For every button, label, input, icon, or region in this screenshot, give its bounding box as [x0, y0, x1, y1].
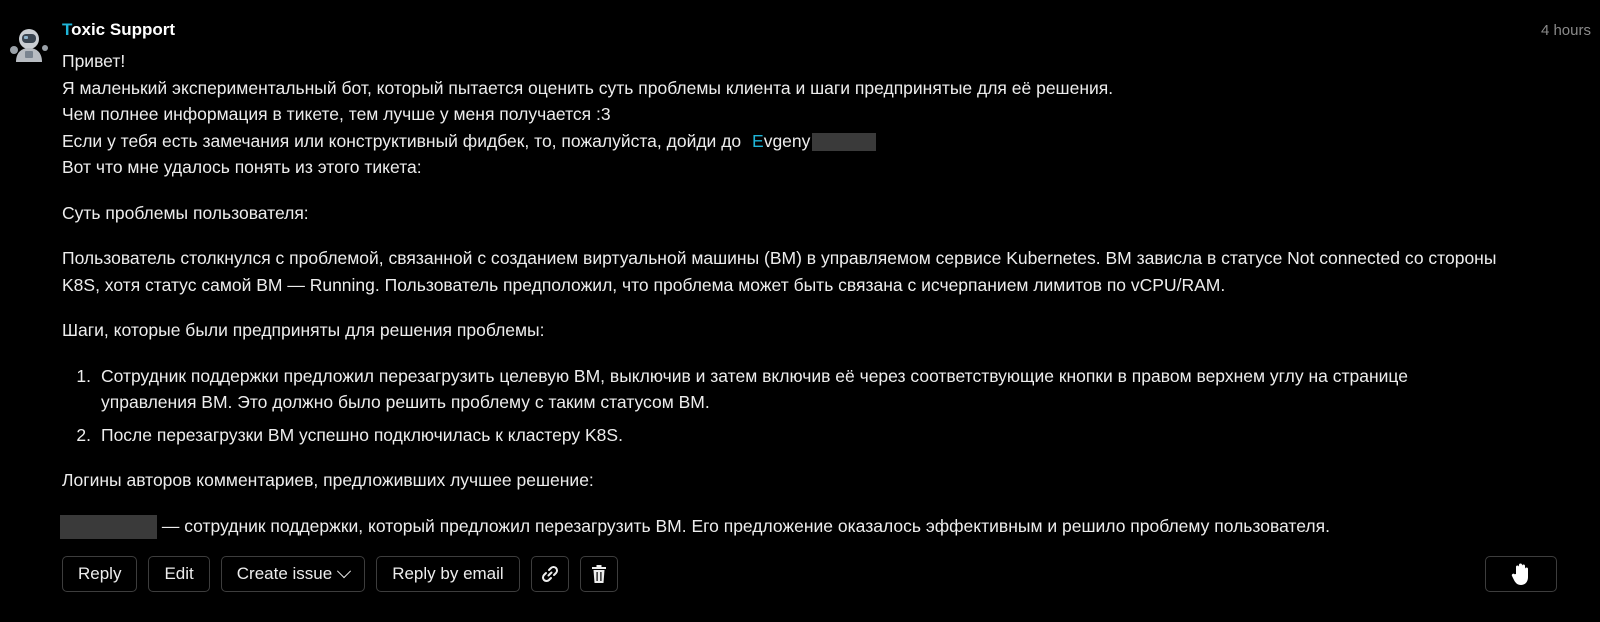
reply-by-email-button[interactable]: Reply by email — [376, 556, 520, 592]
feedback-text: Если у тебя есть замечания или конструкт… — [62, 130, 742, 151]
author-first-letter: T — [62, 20, 72, 39]
problem-heading: Суть проблемы пользователя: — [62, 202, 309, 223]
edit-button[interactable]: Edit — [148, 556, 210, 592]
hand-icon — [1511, 563, 1528, 585]
problem-text-line-2: K8S, хотя статус самой ВМ — Running. Пол… — [62, 274, 1226, 295]
raise-hand-button[interactable] — [1485, 556, 1557, 592]
problem-text-line-1: Пользователь столкнулся с проблемой, свя… — [62, 248, 1497, 268]
delete-button[interactable] — [579, 556, 618, 592]
redacted-surname — [812, 132, 877, 151]
step-text: Сотрудник поддержки предложил перезагруз… — [101, 365, 1408, 386]
list-item: 2. После перезагрузки ВМ успешно подключ… — [62, 422, 1592, 449]
astronaut-avatar-icon — [10, 29, 48, 62]
redacted-login — [60, 514, 157, 539]
message-body: Привет! Я маленький экспериментальный бо… — [60, 48, 1592, 540]
timestamp[interactable]: 4 hours — [1541, 18, 1591, 45]
list-item: 1. Сотрудник поддержки предложил перезаг… — [62, 363, 1592, 416]
steps-list: 1. Сотрудник поддержки предложил перезаг… — [62, 363, 1592, 449]
step-text: управления ВМ. Это должно было решить пр… — [101, 392, 710, 412]
mention-first-letter: E — [752, 130, 764, 151]
create-issue-button[interactable]: Create issue — [220, 556, 366, 592]
understood-text: Вот что мне удалось понять из этого тике… — [62, 157, 422, 177]
feedback-line: Если у тебя есть замечания или конструкт… — [62, 128, 1592, 155]
author-name-rest: oxic Support — [71, 20, 176, 39]
author-name[interactable]: Toxic Support — [62, 17, 175, 44]
steps-heading: Шаги, которые были предприняты для решен… — [62, 320, 545, 340]
user-mention[interactable]: Evgeny — [752, 131, 810, 151]
step-number: 1. — [76, 365, 91, 386]
trash-icon — [591, 565, 606, 583]
link-icon — [541, 565, 558, 583]
copy-link-button[interactable] — [530, 556, 569, 592]
logins-heading: Логины авторов комментариев, предложивши… — [62, 470, 594, 490]
step-text: После перезагрузки ВМ успешно подключила… — [101, 424, 623, 445]
step-number: 2. — [76, 424, 91, 445]
mention-name: vgeny — [763, 130, 811, 151]
author-comment-line: — сотрудник поддержки, который предложил… — [60, 513, 1592, 540]
greeting: Привет! — [62, 51, 126, 71]
chevron-down-icon — [337, 564, 352, 579]
intro-text: Я маленький экспериментальный бот, котор… — [62, 77, 1114, 98]
avatar[interactable] — [8, 26, 52, 64]
action-toolbar: Reply Edit Create issue Reply by email — [62, 556, 618, 592]
reply-button[interactable]: Reply — [62, 556, 138, 592]
author-comment-text: — сотрудник поддержки, который предложил… — [161, 515, 1330, 536]
more-info-text: Чем полнее информация в тикете, тем лучш… — [62, 104, 611, 124]
create-issue-label: Create issue — [236, 564, 333, 583]
